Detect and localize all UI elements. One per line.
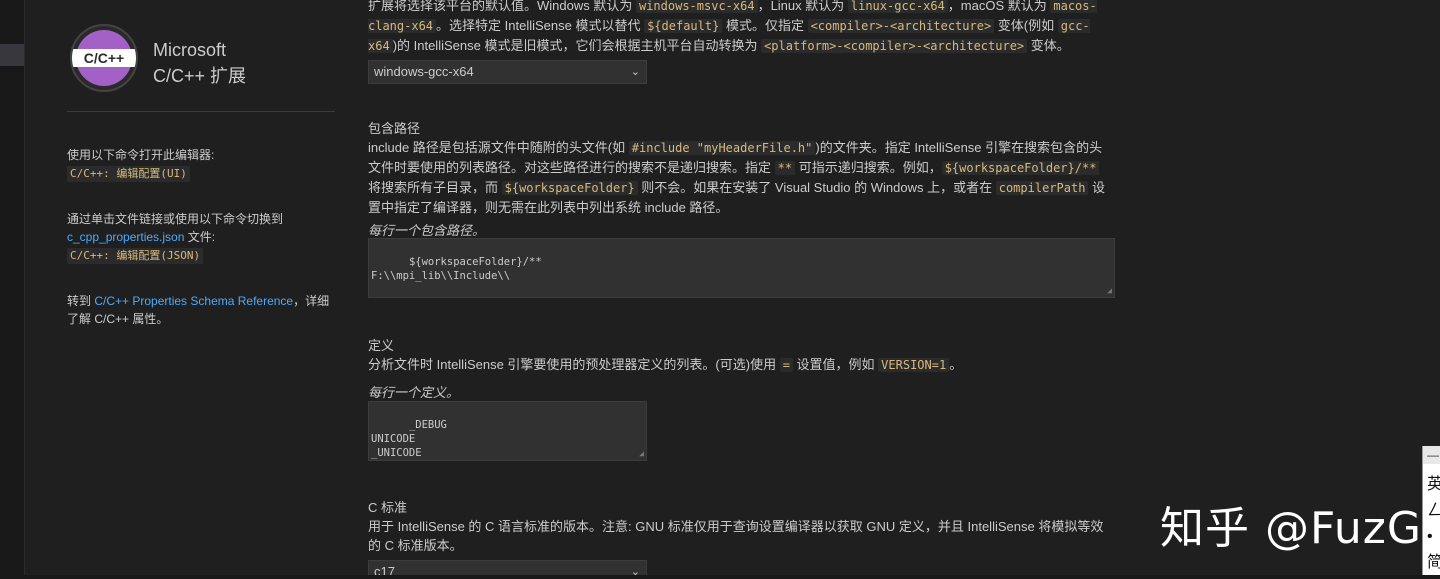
extension-name: C/C++ 扩展 [153, 66, 247, 86]
include-path-hint: 每行一个包含路径。 [368, 223, 486, 238]
code-snippet: = [779, 358, 793, 372]
include-path-textarea[interactable]: ${workspaceFolder}/** F:\\mpi_lib\\Inclu… [368, 238, 1115, 298]
cpp-extension-logo: C/C++ [70, 24, 138, 92]
defines-hint: 每行一个定义。 [368, 385, 460, 400]
code-snippet: #include "myHeaderFile.h" [628, 141, 816, 155]
ime-popup-chars: 英 ㄥ • 简 [1427, 472, 1440, 576]
open-editor-command: C/C++: 编辑配置(UI) [67, 166, 190, 182]
switch-json-help: 通过单击文件链接或使用以下命令切换到 c_cpp_properties.json… [67, 210, 337, 264]
resize-grip-icon[interactable]: ◢ [639, 450, 644, 458]
ime-popup[interactable]: — 英 ㄥ • 简 [1422, 446, 1440, 579]
desc-text: 。 [949, 357, 963, 372]
code-snippet: windows-msvc-x64 [635, 0, 758, 13]
extension-info-panel: C/C++ Microsoft C/C++ 扩展 使用以下命令打开此编辑器: C… [25, 0, 355, 579]
defines-value: _DEBUG UNICODE _UNICODE [371, 419, 447, 459]
bottom-edge [0, 575, 1440, 579]
schema-help: 转到 C/C++ Properties Schema Reference，详细了… [67, 292, 337, 328]
switch-json-text: 通过单击文件链接或使用以下命令切换到 [67, 212, 284, 226]
schema-prefix: 转到 [67, 294, 95, 308]
code-snippet: VERSION=1 [878, 358, 950, 372]
code-snippet: linux-gcc-x64 [847, 0, 948, 13]
minimize-icon[interactable]: — [1427, 448, 1439, 462]
chevron-down-icon: ⌄ [630, 66, 640, 78]
switch-json-command: C/C++: 编辑配置(JSON) [67, 248, 204, 264]
open-editor-help: 使用以下命令打开此编辑器: C/C++: 编辑配置(UI) [67, 146, 337, 182]
desc-text: 将搜索所有子目录，而 [368, 180, 502, 195]
desc-text: )的 IntelliSense 模式是旧模式，它们会根据主机平台自动转换为 [392, 38, 762, 53]
settings-editor: C/C++ Microsoft C/C++ 扩展 使用以下命令打开此编辑器: C… [0, 0, 1440, 579]
desc-text: 变体。 [1027, 38, 1070, 53]
desc-text: 。选择特定 IntelliSense 模式以替代 [436, 18, 645, 33]
c-standard-title: C 标准 [368, 500, 408, 515]
watermark: 知乎 @FuzG [1160, 503, 1422, 554]
desc-text: ，Linux 默认为 [757, 0, 848, 13]
desc-text: 设置值，例如 [792, 357, 879, 372]
divider [67, 111, 335, 112]
desc-text: 分析文件时 IntelliSense 引擎要使用的预处理器定义的列表。(可选)使… [368, 357, 780, 372]
ime-char[interactable]: ㄥ [1427, 498, 1440, 524]
code-snippet: ${workspaceFolder} [501, 181, 638, 195]
desc-text: 变体(例如 [994, 18, 1058, 33]
c-standard-description: 用于 IntelliSense 的 C 语言标准的版本。注意: GNU 标准仅用… [368, 519, 1104, 553]
resize-grip-icon[interactable]: ◢ [1107, 287, 1112, 295]
ime-char[interactable]: • [1427, 524, 1440, 550]
logo-text: C/C++ [83, 50, 125, 66]
schema-reference-link[interactable]: C/C++ Properties Schema Reference [94, 294, 293, 308]
code-snippet: <platform>-<compiler>-<architecture> [761, 39, 1028, 53]
desc-text: 可指示递归搜索。例如， [795, 160, 942, 175]
code-snippet: <compiler>-<architecture> [807, 19, 995, 33]
defines-description: 分析文件时 IntelliSense 引擎要使用的预处理器定义的列表。(可选)使… [368, 355, 1113, 375]
include-path-title: 包含路径 [368, 121, 421, 136]
settings-form: 扩展将选择该平台的默认值。Windows 默认为 windows-msvc-x6… [368, 0, 1118, 579]
extension-publisher: Microsoft [153, 40, 227, 60]
code-snippet: ${default} [644, 19, 723, 33]
ime-char[interactable]: 简 [1427, 550, 1440, 576]
include-path-description: include 路径是包括源文件中随附的头文件(如 #include "myHe… [368, 138, 1113, 217]
code-snippet: ${workspaceFolder}/** [941, 161, 1100, 175]
desc-text: ，macOS 默认为 [947, 0, 1051, 13]
desc-text: 模式。仅指定 [722, 18, 808, 33]
code-snippet: compilerPath [995, 181, 1089, 195]
intellisense-mode-select[interactable]: windows-gcc-x64 ⌄ [368, 60, 647, 84]
open-editor-text: 使用以下命令打开此编辑器: [67, 148, 215, 162]
intellisense-mode-description: 扩展将选择该平台的默认值。Windows 默认为 windows-msvc-x6… [368, 0, 1113, 56]
defines-title: 定义 [368, 338, 395, 353]
intellisense-mode-value: windows-gcc-x64 [374, 64, 474, 79]
code-snippet: ** [774, 161, 796, 175]
desc-text: include 路径是包括源文件中随附的头文件(如 [368, 140, 629, 155]
switch-json-suffix: 文件: [184, 230, 216, 244]
desc-text: 扩展将选择该平台的默认值。Windows 默认为 [368, 0, 636, 13]
cpp-properties-json-link[interactable]: c_cpp_properties.json [67, 230, 184, 244]
activity-bar [0, 0, 25, 579]
ime-popup-bar[interactable]: — [1423, 446, 1440, 464]
ime-char[interactable]: 英 [1427, 472, 1440, 498]
include-path-value: ${workspaceFolder}/** F:\\mpi_lib\\Inclu… [371, 256, 542, 282]
defines-textarea[interactable]: _DEBUG UNICODE _UNICODE ◢ [368, 401, 647, 461]
activity-bar-item[interactable] [0, 44, 24, 66]
desc-text: 则不会。如果在安装了 Visual Studio 的 Windows 上，或者在 [637, 180, 996, 195]
